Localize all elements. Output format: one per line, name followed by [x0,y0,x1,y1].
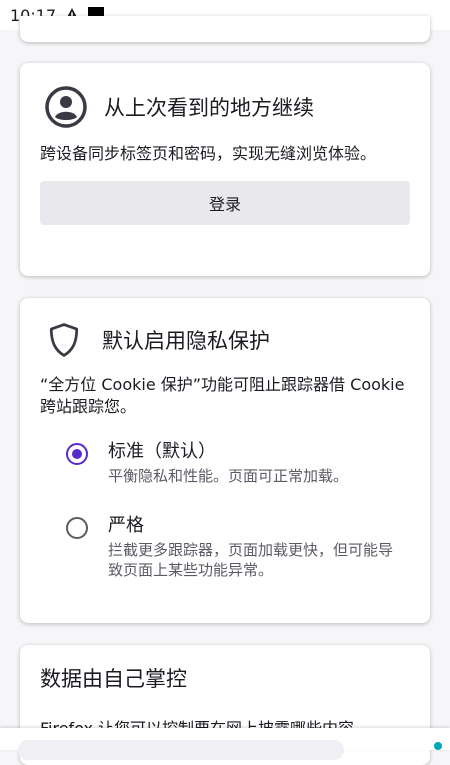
privacy-card: 默认启用隐私保护 “全方位 Cookie 保护”功能可阻止跟踪器借 Cookie… [20,298,430,623]
privacy-card-title: 默认启用隐私保护 [102,329,270,353]
radio-option-strict[interactable]: 严格 拦截更多跟踪器，页面加载更快，但可能导致页面上某些功能异常。 [66,514,410,580]
sign-in-button[interactable]: 登录 [40,181,410,225]
option-label: 严格 [108,515,144,536]
sync-card-title: 从上次看到的地方继续 [104,96,314,120]
sync-signin-card: 从上次看到的地方继续 跨设备同步标签页和密码，实现无缝浏览体验。 登录 [20,63,430,276]
privacy-card-description: “全方位 Cookie 保护”功能可阻止跟踪器借 Cookie 跨站跟踪您。 [40,375,405,416]
radio-option-standard[interactable]: 标准（默认） 平衡隐私和性能。页面可正常加载。 [66,440,410,486]
account-icon [45,86,87,128]
radio-selected-icon[interactable] [66,443,88,465]
address-bar-pill[interactable] [18,740,344,760]
option-subtext: 拦截更多跟踪器，页面加载更快，但可能导致页面上某些功能异常。 [108,541,394,579]
privacy-card-header: 默认启用隐私保护 [40,320,410,360]
option-subtext: 平衡隐私和性能。页面可正常加载。 [108,467,349,485]
bottom-toolbar [0,728,450,760]
previous-card-bottom [20,16,430,42]
option-label: 标准（默认） [108,441,216,462]
data-card-title: 数据由自己掌控 [40,667,187,691]
sync-card-header: 从上次看到的地方继续 [40,85,410,129]
sync-card-description: 跨设备同步标签页和密码，实现无缝浏览体验。 [40,144,377,163]
shield-icon [49,323,79,357]
radio-unselected-icon[interactable] [66,517,88,539]
indicator-dot-icon [434,742,442,750]
